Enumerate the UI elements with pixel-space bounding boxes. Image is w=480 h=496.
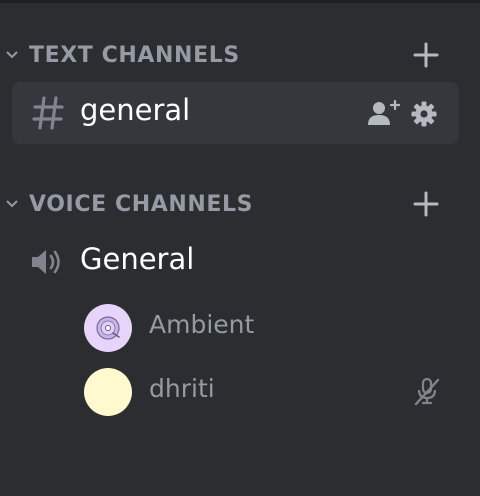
create-invite-icon[interactable] [368,100,400,126]
voice-channel-name: General [80,242,195,276]
avatar [84,368,132,416]
channel-name: general [80,93,191,127]
channel-general[interactable]: general [12,82,459,144]
top-divider [0,0,480,3]
create-channel-plus-icon[interactable] [412,41,440,69]
disc-icon [96,316,120,340]
category-text-channels[interactable]: TEXT CHANNELS [0,35,480,75]
voice-user-name: Ambient [149,310,255,339]
category-label: TEXT CHANNELS [29,43,240,68]
chevron-down-icon [6,51,18,59]
create-channel-plus-icon[interactable] [412,190,440,218]
voice-user-name: dhriti [149,374,215,403]
speaker-icon [32,250,60,274]
category-label: VOICE CHANNELS [29,192,254,217]
category-voice-channels[interactable]: VOICE CHANNELS [0,184,480,224]
voice-user-dhriti[interactable]: dhriti [0,364,480,420]
muted-microphone-icon [414,377,440,406]
gear-icon[interactable] [411,101,437,127]
chevron-down-icon [6,200,18,208]
hash-icon [32,96,64,130]
avatar [84,304,132,352]
voice-channel-general[interactable]: General [0,236,480,288]
voice-user-ambient[interactable]: Ambient [0,300,480,356]
